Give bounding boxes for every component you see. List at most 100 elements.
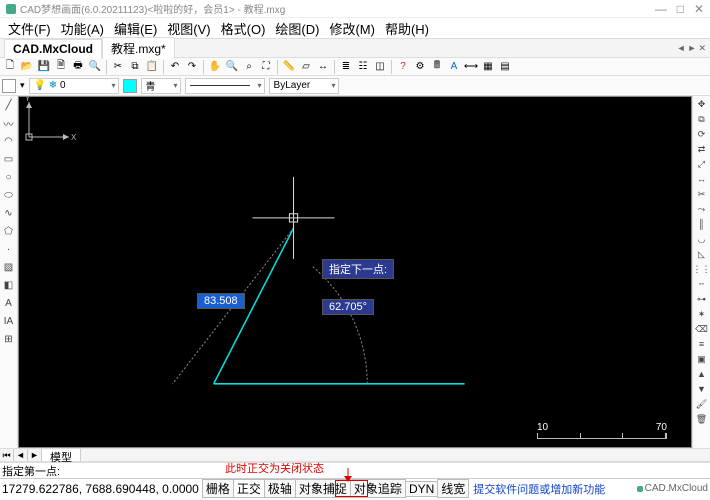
horizontal-scrollbar[interactable] (81, 449, 710, 461)
menu-help[interactable]: 帮助(H) (381, 17, 433, 40)
linetype-select[interactable] (185, 78, 265, 94)
dist-icon[interactable]: ↔ (315, 59, 331, 75)
group-tool-icon[interactable]: ▣ (695, 353, 709, 365)
snap-toggle[interactable]: 栅格 (202, 479, 234, 498)
copy-icon[interactable]: ⧉ (127, 59, 143, 75)
offset-tool-icon[interactable]: ║ (695, 218, 709, 230)
dynamic-length-input[interactable]: 83.508 (197, 293, 245, 309)
menu-modify[interactable]: 修改(M) (325, 17, 379, 40)
model-tab[interactable]: 模型 (42, 449, 81, 461)
explode-tool-icon[interactable]: ✶ (695, 308, 709, 320)
hatch-icon[interactable]: ▦ (480, 59, 496, 75)
arc-tool-icon[interactable]: ◠ (2, 134, 16, 148)
fillet-tool-icon[interactable]: ◡ (695, 233, 709, 245)
move-tool-icon[interactable]: ✥ (695, 98, 709, 110)
feedback-link[interactable]: 提交软件问题或增加新功能 (473, 481, 605, 497)
help-icon[interactable]: ? (395, 59, 411, 75)
color-select[interactable]: 青 (141, 78, 181, 94)
measure-icon[interactable]: 📏 (281, 59, 297, 75)
area-icon[interactable]: ▱ (298, 59, 314, 75)
block-icon[interactable]: ◫ (372, 59, 388, 75)
circle-tool-icon[interactable]: ○ (2, 170, 16, 184)
tab-cloud[interactable]: CAD.MxCloud (4, 39, 102, 58)
stretch-tool-icon[interactable]: ↔ (695, 173, 709, 185)
line-tool-icon[interactable]: ╱ (2, 98, 16, 112)
rect-tool-icon[interactable]: ▭ (2, 152, 16, 166)
save-icon[interactable]: 💾 (36, 59, 52, 75)
lwt-toggle[interactable]: 线宽 (437, 479, 469, 498)
props-icon[interactable]: ☷ (355, 59, 371, 75)
break-tool-icon[interactable]: ╌ (695, 278, 709, 290)
pan-icon[interactable]: ✋ (207, 59, 223, 75)
spline-tool-icon[interactable]: ∿ (2, 206, 16, 220)
hatch-tool-icon[interactable]: ▨ (2, 260, 16, 274)
zoom-window-icon[interactable]: ⌕ (241, 59, 257, 75)
dyn-toggle[interactable]: DYN (405, 481, 438, 497)
layer-icon[interactable]: ≣ (338, 59, 354, 75)
redo-icon[interactable]: ↷ (184, 59, 200, 75)
array-tool-icon[interactable]: ⋮⋮ (695, 263, 709, 275)
new-icon[interactable]: 🗋 (2, 59, 18, 75)
layout-prev-icon[interactable]: ◄ (14, 449, 28, 461)
settings-icon[interactable]: ⚙ (412, 59, 428, 75)
tab-next-icon[interactable]: ► (688, 43, 697, 54)
mtext-tool-icon[interactable]: A (2, 296, 16, 310)
tab-prev-icon[interactable]: ◄ (677, 43, 686, 54)
zoom-extents-icon[interactable]: ⛶ (258, 59, 274, 75)
ortho-toggle[interactable]: 正交 (233, 479, 265, 498)
text-icon[interactable]: A (446, 59, 462, 75)
print-icon[interactable]: 🖶 (70, 59, 86, 75)
dim-icon[interactable]: ⟷ (463, 59, 479, 75)
open-icon[interactable]: 📂 (19, 59, 35, 75)
preview-icon[interactable]: 🔍 (87, 59, 103, 75)
layout-next-icon[interactable]: ► (28, 449, 42, 461)
maximize-button[interactable]: □ (677, 2, 684, 16)
polygon-tool-icon[interactable]: ⬠ (2, 224, 16, 238)
undo-icon[interactable]: ↶ (167, 59, 183, 75)
minimize-button[interactable]: — (655, 2, 667, 16)
layout-first-icon[interactable]: ⏮ (0, 449, 14, 461)
table-icon[interactable]: ▤ (497, 59, 513, 75)
ellipse-tool-icon[interactable]: ⬭ (2, 188, 16, 202)
polar-toggle[interactable]: 极轴 (264, 479, 296, 498)
paste-icon[interactable]: 📋 (144, 59, 160, 75)
mirror-tool-icon[interactable]: ⇄ (695, 143, 709, 155)
menu-draw[interactable]: 绘图(D) (271, 17, 323, 40)
insert-tool-icon[interactable]: ⊞ (2, 332, 16, 346)
join-tool-icon[interactable]: ⊶ (695, 293, 709, 305)
scale-tool-icon[interactable]: ⤢ (695, 158, 709, 170)
close-button[interactable]: ✕ (694, 2, 704, 16)
calc-icon[interactable]: 🖩 (429, 59, 445, 75)
tab-active-document[interactable]: 教程.mxg* (102, 37, 175, 59)
cut-icon[interactable]: ✂ (110, 59, 126, 75)
dynamic-prompt: 指定下一点: (322, 259, 394, 279)
layer-dropdown-icon[interactable]: ▾ (20, 80, 25, 91)
matchprop-icon[interactable]: 🖌 (695, 398, 709, 410)
sendback-icon[interactable]: ▼ (695, 383, 709, 395)
align-tool-icon[interactable]: ≡ (695, 338, 709, 350)
purge-icon[interactable]: 🗑 (695, 413, 709, 425)
zoom-icon[interactable]: 🔍 (224, 59, 240, 75)
region-tool-icon[interactable]: ◧ (2, 278, 16, 292)
point-tool-icon[interactable]: · (2, 242, 16, 256)
erase-tool-icon[interactable]: ⌫ (695, 323, 709, 335)
trim-tool-icon[interactable]: ✂ (695, 188, 709, 200)
drawing-canvas[interactable]: 83.508 62.705° 指定下一点: Y X 1070 (18, 96, 692, 448)
dtext-tool-icon[interactable]: IA (2, 314, 16, 328)
menu-format[interactable]: 格式(O) (217, 17, 270, 40)
saveas-icon[interactable]: 🗎 (53, 59, 69, 75)
pline-tool-icon[interactable]: 〰 (2, 116, 16, 130)
tab-close-icon[interactable]: ✕ (698, 43, 706, 54)
lineweight-select[interactable]: ByLayer (269, 78, 339, 94)
chamfer-tool-icon[interactable]: ◺ (695, 248, 709, 260)
color-swatch[interactable] (123, 79, 137, 93)
toolbar-properties: ▾ 💡 ❄ 0 青 ByLayer (0, 76, 710, 96)
extend-tool-icon[interactable]: ⤳ (695, 203, 709, 215)
layer-select[interactable]: 💡 ❄ 0 (29, 78, 119, 94)
menu-file[interactable]: 文件(F) (4, 17, 55, 40)
copy-tool-icon[interactable]: ⧉ (695, 113, 709, 125)
layer-color-swatch[interactable] (2, 79, 16, 93)
bringfront-icon[interactable]: ▲ (695, 368, 709, 380)
menu-func[interactable]: 功能(A) (57, 17, 108, 40)
rotate-tool-icon[interactable]: ⟳ (695, 128, 709, 140)
